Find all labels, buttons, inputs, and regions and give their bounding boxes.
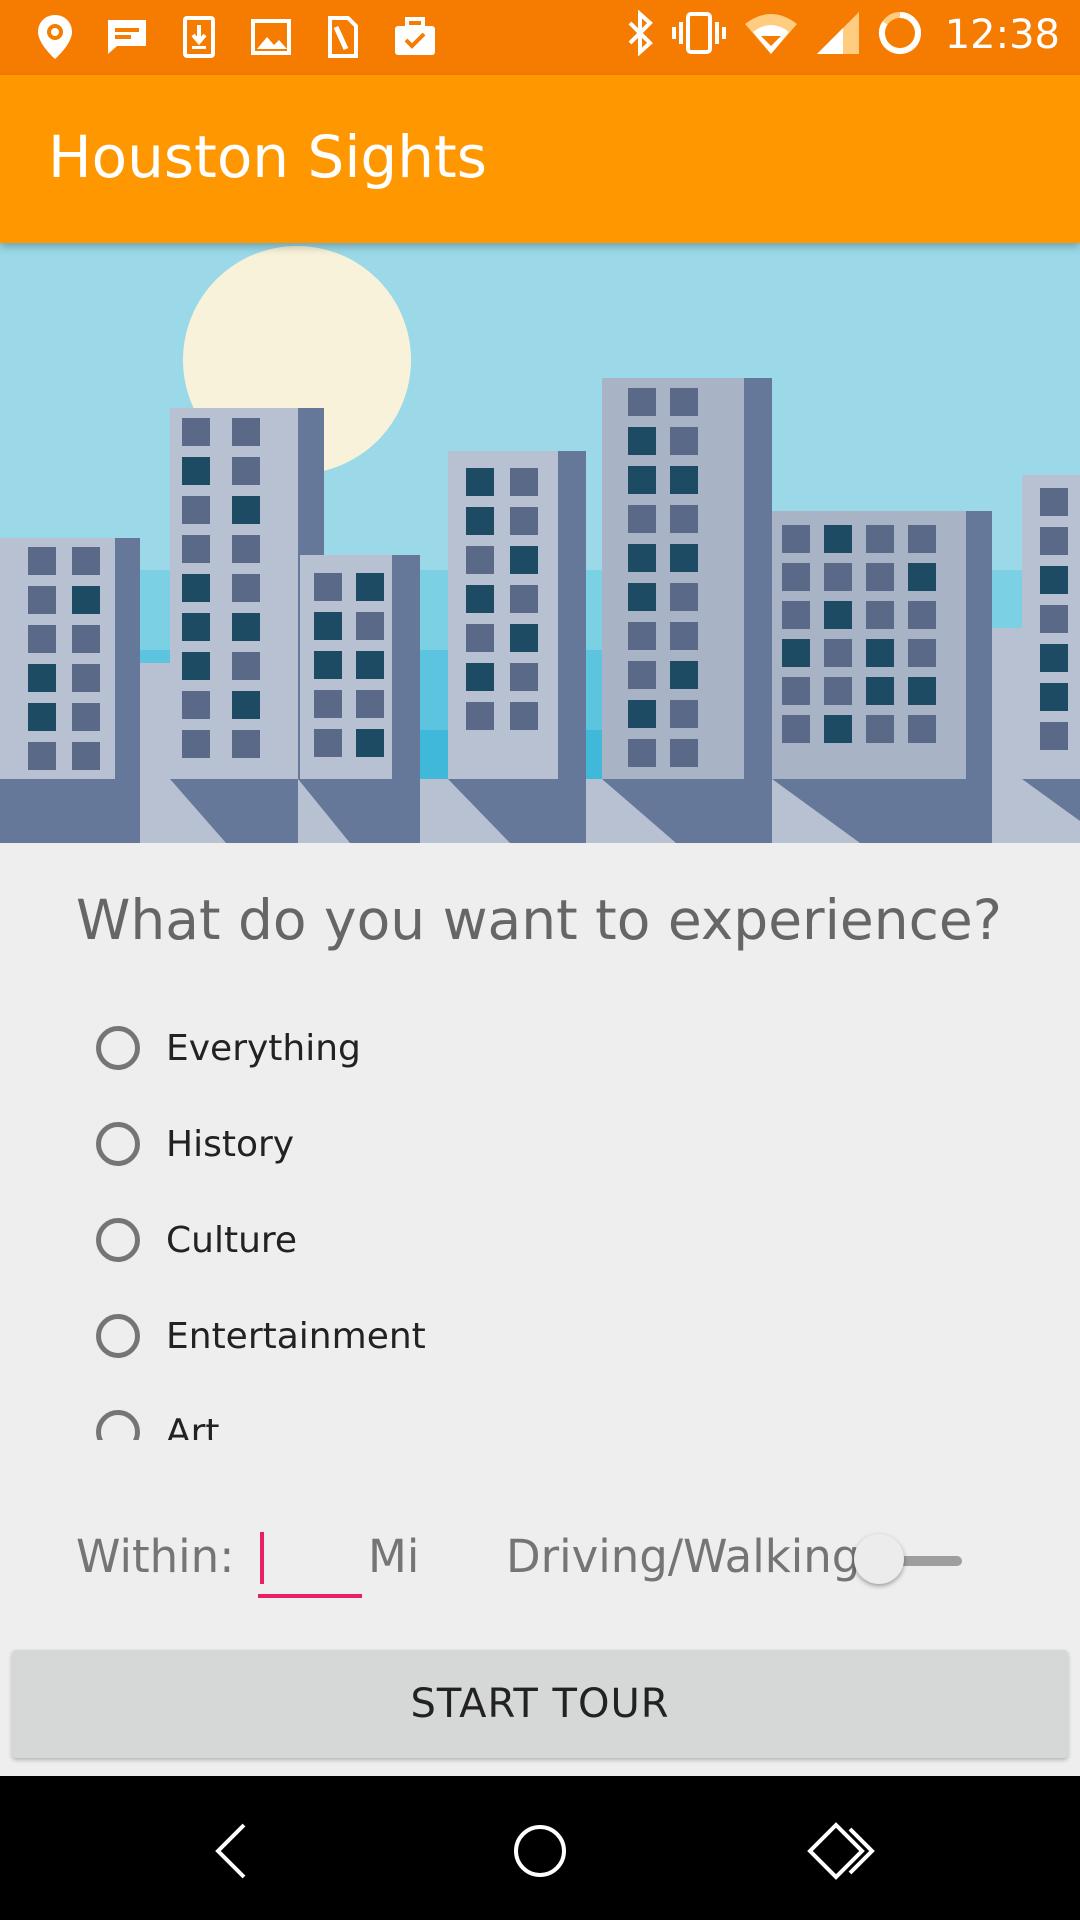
status-bar: 12:38 [0,0,1080,75]
text-cursor [260,1532,264,1584]
radio-button[interactable] [96,1218,140,1262]
clock: 12:38 [944,12,1060,58]
option-label: Entertainment [166,1315,426,1357]
image-icon [246,12,296,62]
distance-input[interactable] [258,1530,362,1598]
city-skyline-illustration [0,243,1080,843]
experience-options[interactable]: Everything History Culture Entertainment… [96,1000,996,1440]
wifi-icon [743,10,799,60]
app-bar: Houston Sights [0,75,1080,243]
message-icon [102,12,152,62]
recents-icon[interactable] [806,1816,886,1886]
within-label: Within: [76,1530,235,1583]
mode-switch-thumb[interactable] [854,1534,904,1584]
option-label: Art [166,1411,220,1441]
back-icon[interactable] [192,1816,272,1886]
vibrate-icon [671,10,727,60]
battery-ring-icon [877,10,923,60]
home-icon[interactable] [500,1816,580,1886]
distance-row: Within: Mi Driving/Walking [76,1520,1036,1610]
mode-label: Driving/Walking [506,1530,861,1583]
question-heading: What do you want to experience? [76,888,1002,952]
bluetooth-icon [625,9,655,60]
briefcase-check-icon [390,12,440,62]
radio-button[interactable] [96,1410,140,1440]
option-culture[interactable]: Culture [96,1192,996,1288]
signal-icon [815,10,861,60]
option-label: History [166,1123,295,1165]
sim-icon [318,12,368,62]
system-icons: 12:38 [625,9,1060,60]
option-history[interactable]: History [96,1096,996,1192]
radio-button[interactable] [96,1026,140,1070]
navigation-bar [0,1776,1080,1920]
option-everything[interactable]: Everything [96,1000,996,1096]
option-label: Everything [166,1027,361,1069]
option-label: Culture [166,1219,298,1261]
option-art[interactable]: Art [96,1384,996,1440]
start-tour-button[interactable]: START TOUR [12,1650,1068,1758]
radio-button[interactable] [96,1314,140,1358]
unit-label: Mi [368,1530,420,1583]
location-pin-icon [30,12,80,62]
notification-icons [30,12,440,62]
download-icon [174,12,224,62]
radio-button[interactable] [96,1122,140,1166]
app-title: Houston Sights [48,123,487,191]
option-entertainment[interactable]: Entertainment [96,1288,996,1384]
